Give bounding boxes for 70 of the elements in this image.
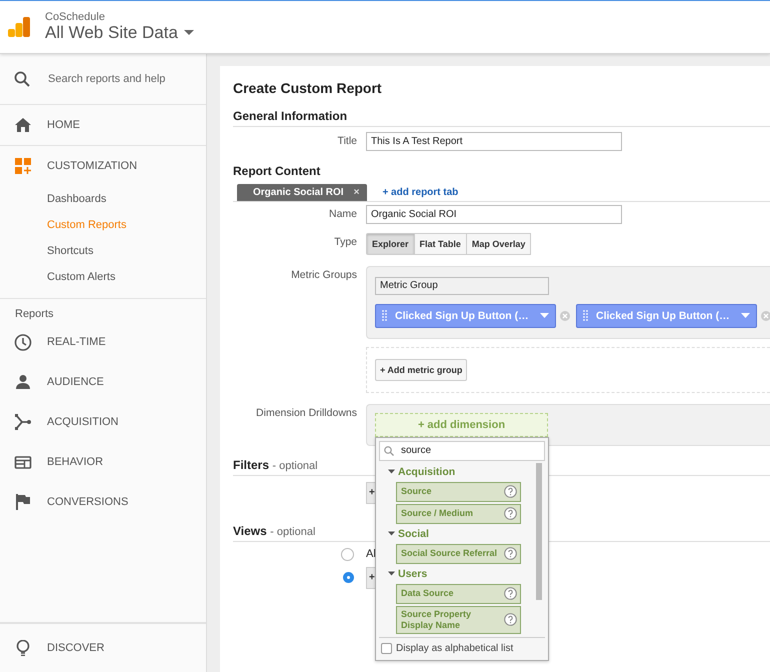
add-view-button[interactable]: + [366,566,375,588]
caret-icon [184,30,194,36]
optional-note: - optional [270,526,316,538]
caret-icon [741,313,750,318]
nav-item[interactable]: HOME [0,105,206,145]
search-icon [14,71,30,87]
add-metric-group-button[interactable]: + Add metric group [375,358,468,380]
help-icon[interactable] [504,485,517,498]
field-label: Name [328,207,357,220]
search-field[interactable]: Search reports and help [48,73,188,85]
dimension-search-field[interactable]: source [379,440,545,460]
nav-item[interactable]: DISCOVER [0,628,206,668]
account-name: CoSchedule [45,11,106,23]
field-label: Dimension Drilldowns [255,406,357,418]
nav-item[interactable]: ACQUISITION [0,402,206,442]
title-field[interactable]: This Is A Test Report [366,132,622,151]
grid-plus-icon [14,158,32,174]
caret-icon [388,468,395,475]
search-icon [384,446,394,456]
caret-icon [388,530,395,537]
branch-icon [14,414,32,430]
close-tab-button[interactable]: × [354,187,360,198]
type-option-button[interactable]: Flat Table [414,233,467,255]
caret-icon [388,570,395,577]
field-label: Type [333,235,357,248]
flag-icon [14,494,32,510]
nav-item[interactable]: CUSTOMIZATION [0,146,206,186]
drag-handle-icon [382,310,387,322]
checkbox-label: Display as alphabetical list [396,642,514,654]
radio-button[interactable] [343,572,354,583]
type-option-button[interactable]: Map Overlay [466,233,532,255]
type-option-button[interactable]: Explorer [366,233,415,255]
page-title: Create Custom Report [233,80,383,96]
nav-subitem[interactable]: Custom Alerts [0,264,206,290]
add-report-tab-link[interactable]: + add report tab [382,187,458,201]
nav-item[interactable]: AUDIENCE [0,362,206,402]
drag-handle-icon [583,310,588,322]
nav-item[interactable]: BEHAVIOR [0,442,206,482]
section-heading: Reports [14,307,55,322]
field-label: Title [336,134,357,147]
metric-group-name-field[interactable]: Metric Group [375,276,549,294]
scrollbar[interactable] [536,462,542,600]
radio-button[interactable] [341,548,354,560]
nav-item[interactable]: CONVERSIONS [0,482,206,522]
report-tab[interactable]: Organic Social ROI × [237,184,368,201]
clock-icon [14,334,32,350]
help-icon[interactable] [504,613,517,626]
section-heading: Filters [233,458,270,472]
help-icon[interactable] [504,587,517,600]
section-heading: General Information [233,109,770,127]
section-heading: Report Content [233,164,322,180]
radio-label: Al [366,548,376,560]
optional-note: - optional [272,460,318,472]
add-filter-button[interactable]: + [366,482,375,504]
name-field[interactable]: Organic Social ROI [366,205,622,224]
home-icon [14,118,32,132]
checkbox[interactable] [381,642,392,654]
lightbulb-icon [14,640,32,656]
field-label: Metric Groups [290,268,357,281]
nav-item[interactable]: REAL-TIME [0,322,206,362]
help-icon[interactable] [504,507,517,520]
bar-chart-logo-icon [8,17,30,37]
help-icon[interactable] [504,547,517,560]
nav-subitem[interactable]: Dashboards [0,186,206,212]
property-selector[interactable]: All Web Site Data [45,23,194,43]
person-icon [14,375,32,389]
window-icon [14,456,32,468]
section-heading: Views [233,524,267,538]
nav-subitem[interactable]: Shortcuts [0,238,206,264]
caret-icon [540,313,549,318]
